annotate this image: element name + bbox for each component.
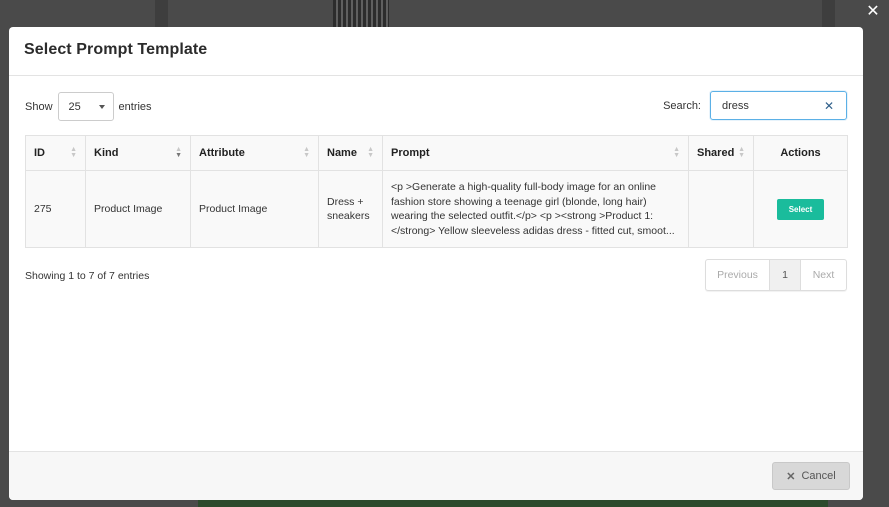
overlay-close-icon[interactable]: ✕ <box>865 3 881 21</box>
table-info: Showing 1 to 7 of 7 entries <box>25 270 150 282</box>
search-label: Search: <box>663 99 701 112</box>
prompt-template-modal: Select Prompt Template Show 25 entries S… <box>9 27 863 500</box>
column-header-attribute[interactable]: Attribute ▲ ▼ <box>190 135 319 171</box>
cell-id: 275 <box>25 170 86 248</box>
sort-icon: ▲ ▼ <box>367 146 374 159</box>
backdrop-panel <box>822 0 835 28</box>
entries-length-select[interactable]: 25 <box>57 92 114 121</box>
cell-attribute: Product Image <box>190 170 319 248</box>
close-icon: ✕ <box>786 470 796 483</box>
clear-search-icon[interactable]: ✕ <box>824 99 834 113</box>
cell-shared <box>688 170 754 248</box>
previous-page-button[interactable]: Previous <box>706 260 769 290</box>
table-info-row: Showing 1 to 7 of 7 entries Previous 1 N… <box>25 248 847 308</box>
next-page-button[interactable]: Next <box>801 260 846 290</box>
entries-label: entries <box>118 100 152 113</box>
cell-kind: Product Image <box>85 170 191 248</box>
modal-body: Show 25 entries Search: ✕ <box>9 76 863 451</box>
column-header-prompt[interactable]: Prompt ▲ ▼ <box>382 135 689 171</box>
entries-length-control: Show 25 entries <box>25 92 152 121</box>
backdrop-qr-code <box>333 0 389 28</box>
table-row: 275 Product Image Product Image Dress + … <box>25 170 848 248</box>
chevron-down-icon <box>98 104 105 109</box>
search-input[interactable] <box>722 99 812 112</box>
prompt-line: <p >Generate a high-quality full-body im… <box>391 181 657 193</box>
modal-footer: ✕ Cancel <box>9 451 863 500</box>
column-header-shared[interactable]: Shared ▲ ▼ <box>688 135 754 171</box>
search-box: ✕ <box>710 91 847 120</box>
modal-title: Select Prompt Template <box>24 41 208 58</box>
sort-desc-icon: ▲ ▼ <box>175 146 182 159</box>
sort-icon: ▲ ▼ <box>70 146 77 159</box>
table-header-row: ID ▲ ▼ Kind ▲ ▼ Attribute ▲ ▼ Name ▲ ▼ Promp… <box>25 135 848 171</box>
select-button[interactable]: Select <box>777 198 824 220</box>
sort-icon: ▲ ▼ <box>738 146 745 159</box>
column-header-name[interactable]: Name ▲ ▼ <box>318 135 383 171</box>
prompt-line: </strong> Yellow sleeveless adidas dress… <box>391 224 675 237</box>
sort-icon: ▲ ▼ <box>303 146 310 159</box>
cancel-button[interactable]: ✕ Cancel <box>772 462 850 490</box>
page-1-button[interactable]: 1 <box>769 260 801 290</box>
table-controls: Show 25 entries Search: ✕ <box>25 76 847 135</box>
backdrop-footer-bar <box>198 500 828 507</box>
column-header-actions: Actions <box>753 135 848 171</box>
entries-length-value: 25 <box>68 100 81 113</box>
templates-table: ID ▲ ▼ Kind ▲ ▼ Attribute ▲ ▼ Name ▲ ▼ Promp… <box>25 135 848 248</box>
cancel-label: Cancel <box>801 470 836 482</box>
column-header-id[interactable]: ID ▲ ▼ <box>25 135 86 171</box>
prompt-line: wearing the selected outfit.</p> <p ><st… <box>391 210 654 222</box>
cell-actions: Select <box>753 170 848 248</box>
sort-icon: ▲ ▼ <box>673 146 680 159</box>
search-control: Search: ✕ <box>663 91 847 120</box>
column-header-kind[interactable]: Kind ▲ ▼ <box>85 135 191 171</box>
cell-prompt: <p >Generate a high-quality full-body im… <box>382 170 689 248</box>
modal-header: Select Prompt Template <box>9 27 863 76</box>
cell-name: Dress + sneakers <box>318 170 383 248</box>
pagination: Previous 1 Next <box>705 259 847 291</box>
show-label: Show <box>25 100 53 113</box>
prompt-line: fashion store showing a teenage girl (bl… <box>391 195 647 208</box>
backdrop-panel <box>155 0 168 28</box>
